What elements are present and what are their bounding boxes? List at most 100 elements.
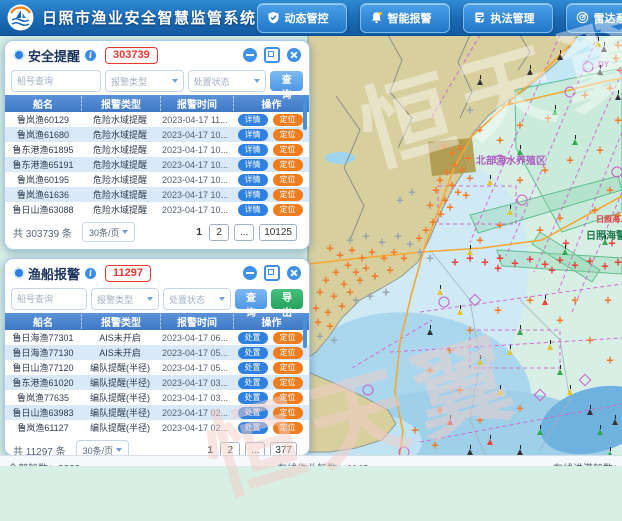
row-actions: 详情定位: [231, 159, 309, 171]
restore-icon[interactable]: [264, 47, 280, 63]
info-icon[interactable]: i: [85, 50, 96, 61]
ship-search-input[interactable]: [11, 288, 87, 310]
locate-button[interactable]: 定位: [273, 392, 303, 404]
alarm-type: 危险水域提醒: [81, 113, 159, 126]
select-value: 处置状态: [169, 293, 216, 306]
page-current[interactable]: 1: [205, 445, 215, 456]
ship-search-input[interactable]: [11, 70, 101, 92]
page-current[interactable]: 1: [194, 227, 204, 238]
page-last[interactable]: 10125: [259, 224, 297, 241]
table-row: 鲁东港渔61020编队提醒(半径)2023-04-17 03...处置定位: [5, 375, 309, 390]
close-icon[interactable]: [287, 266, 301, 280]
detail-button[interactable]: 详情: [238, 144, 268, 156]
ship-name: 鲁岚渔61127: [5, 421, 81, 434]
panel-title: 安全提醒: [28, 46, 80, 65]
top-nav-bar: 日照市渔业安全智慧监管系统 动态管控 智能报警 执法管理: [0, 0, 622, 36]
row-actions: 处置定位: [231, 392, 309, 404]
minimize-icon[interactable]: [243, 48, 257, 62]
handle-button[interactable]: 处置: [238, 347, 268, 359]
detail-button[interactable]: 详情: [238, 174, 268, 186]
row-actions: 详情定位: [231, 114, 309, 126]
table-row: 鲁岚渔61127编队提醒(半径)2023-04-17 02...处置定位: [5, 420, 309, 435]
pagination-bar: 共 303739 条 30条/页 1 2 ... 10125: [5, 217, 309, 245]
col-type: 报警类型: [82, 96, 161, 111]
nav-law-enforcement[interactable]: 执法管理: [463, 3, 553, 33]
ship-name: 鲁日海渔77301: [5, 331, 81, 344]
close-icon[interactable]: [287, 48, 301, 62]
locate-button[interactable]: 定位: [273, 422, 303, 434]
table-header: 船名 报警类型 报警时间 操作: [5, 95, 309, 112]
query-button[interactable]: 查询: [235, 289, 267, 309]
page-size-value: 30条/页: [89, 226, 120, 239]
alarm-table-body: 鲁日海渔77301AIS未开启2023-04-17 06...处置定位鲁日海渔7…: [5, 330, 309, 435]
pager: 1 2 ... 10125: [194, 224, 301, 241]
locate-button[interactable]: 定位: [273, 377, 303, 389]
detail-button[interactable]: 详情: [238, 129, 268, 141]
table-row: 鲁日山渔77120编队提醒(半径)2023-04-17 05...处置定位: [5, 360, 309, 375]
alarm-time: 2023-04-17 05...: [159, 348, 231, 358]
table-row: 鲁岚渔60195危险水域提醒2023-04-17 10...详情定位: [5, 172, 309, 187]
locate-button[interactable]: 定位: [273, 204, 303, 216]
ship-name: 鲁日山渔63088: [5, 203, 81, 216]
filter-bar: 报警类型 处置状态 查询: [5, 67, 309, 95]
clipboard-icon: [473, 11, 486, 24]
handle-button[interactable]: 处置: [238, 392, 268, 404]
detail-button[interactable]: 详情: [238, 114, 268, 126]
alarm-type: 编队提醒(半径): [81, 391, 159, 404]
total-count: 共 303739 条: [13, 225, 72, 240]
row-actions: 详情定位: [231, 189, 309, 201]
handle-button[interactable]: 处置: [238, 362, 268, 374]
alarm-time: 2023-04-17 10...: [159, 145, 231, 155]
handle-status-select[interactable]: 处置状态: [188, 70, 267, 92]
nav-label: 智能报警: [388, 10, 432, 26]
scrollbar-thumb[interactable]: [303, 314, 307, 348]
page-last[interactable]: 377: [270, 442, 297, 457]
page-size-select[interactable]: 30条/页: [82, 222, 136, 242]
locate-button[interactable]: 定位: [273, 362, 303, 374]
page-size-select[interactable]: 30条/页: [76, 440, 130, 456]
locate-button[interactable]: 定位: [273, 159, 303, 171]
detail-button[interactable]: 详情: [238, 159, 268, 171]
handle-status-select[interactable]: 处置状态: [163, 288, 231, 310]
col-type: 报警类型: [82, 314, 161, 329]
page-2[interactable]: 2: [209, 224, 229, 241]
locate-button[interactable]: 定位: [273, 144, 303, 156]
restore-icon[interactable]: [264, 265, 280, 281]
locate-button[interactable]: 定位: [273, 332, 303, 344]
export-button[interactable]: 导出: [271, 289, 303, 309]
info-icon[interactable]: i: [85, 268, 96, 279]
col-ops: 操作: [234, 314, 309, 329]
alarm-type-select[interactable]: 报警类型: [91, 288, 159, 310]
locate-button[interactable]: 定位: [273, 347, 303, 359]
handle-button[interactable]: 处置: [238, 377, 268, 389]
alarm-time: 2023-04-17 11...: [159, 115, 231, 125]
ship-name: 鲁东港渔61895: [5, 143, 81, 156]
locate-button[interactable]: 定位: [273, 174, 303, 186]
status-total-vessels: 全部船数：3232: [8, 460, 80, 466]
locate-button[interactable]: 定位: [273, 407, 303, 419]
alarm-type-select[interactable]: 报警类型: [105, 70, 184, 92]
handle-button[interactable]: 处置: [238, 332, 268, 344]
alarm-type: 编队提醒(半径): [81, 421, 159, 434]
locate-button[interactable]: 定位: [273, 129, 303, 141]
nav-label: 动态管控: [285, 10, 329, 26]
bell-icon: [370, 11, 383, 24]
app-title: 日照市渔业安全智慧监管系统: [42, 7, 257, 28]
scrollbar-thumb[interactable]: [303, 96, 307, 130]
handle-button[interactable]: 处置: [238, 407, 268, 419]
nav-radar-system[interactable]: 雷达系统: [566, 3, 622, 33]
filter-bar: 报警类型 处置状态 查询 导出: [5, 285, 309, 313]
detail-button[interactable]: 详情: [238, 204, 268, 216]
minimize-icon[interactable]: [243, 266, 257, 280]
page-ellipsis[interactable]: ...: [245, 442, 265, 457]
handle-button[interactable]: 处置: [238, 422, 268, 434]
shield-check-icon: [267, 11, 280, 24]
nav-smart-alarm[interactable]: 智能报警: [360, 3, 450, 33]
detail-button[interactable]: 详情: [238, 189, 268, 201]
page-2[interactable]: 2: [220, 442, 240, 457]
locate-button[interactable]: 定位: [273, 114, 303, 126]
locate-button[interactable]: 定位: [273, 189, 303, 201]
page-ellipsis[interactable]: ...: [234, 224, 254, 241]
query-button[interactable]: 查询: [270, 71, 303, 91]
nav-dynamic-control[interactable]: 动态管控: [257, 3, 347, 33]
